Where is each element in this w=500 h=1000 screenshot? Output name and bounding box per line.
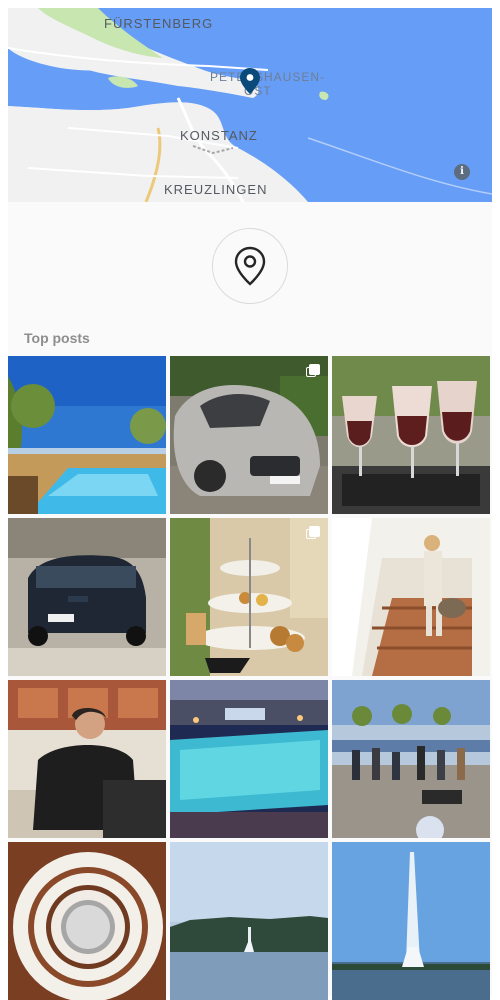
post-tile-spiral-staircase[interactable]	[8, 842, 166, 1000]
post-tile-lakeside-group[interactable]	[332, 680, 490, 838]
multi-post-icon	[306, 526, 320, 540]
post-tile-pool-terrace[interactable]	[8, 356, 166, 514]
location-avatar	[212, 228, 288, 304]
post-tile-champagne-glasses[interactable]	[332, 356, 490, 514]
location-map[interactable]: FÜRSTENBERG PETERSHAUSEN- OST KONSTANZ K…	[8, 8, 492, 202]
post-tile-man-laptop[interactable]	[8, 680, 166, 838]
map-label-petershausen: PETERSHAUSEN-	[210, 70, 326, 84]
multi-post-icon	[306, 364, 320, 378]
post-tile-bmw-garage[interactable]	[8, 518, 166, 676]
post-tile-silver-mercedes[interactable]	[170, 356, 328, 514]
location-header: Top posts	[8, 202, 492, 356]
post-tile-pool-evening[interactable]	[170, 680, 328, 838]
post-tile-woman-staircase[interactable]	[332, 518, 490, 676]
location-page: FÜRSTENBERG PETERSHAUSEN- OST KONSTANZ K…	[8, 8, 492, 1000]
map-label-furstenberg: FÜRSTENBERG	[104, 16, 214, 31]
top-posts-heading: Top posts	[24, 330, 90, 346]
map-label-konstanz: KONSTANZ	[180, 128, 258, 143]
map-label-kreuzlingen: KREUZLINGEN	[164, 182, 268, 197]
post-tile-lake-fountain-near[interactable]	[332, 842, 490, 1000]
post-tile-afternoon-tea[interactable]	[170, 518, 328, 676]
location-pin-icon	[234, 246, 266, 286]
info-icon[interactable]: i	[454, 164, 470, 180]
post-tile-lake-fountain-far[interactable]	[170, 842, 328, 1000]
map-graphic	[8, 8, 492, 202]
